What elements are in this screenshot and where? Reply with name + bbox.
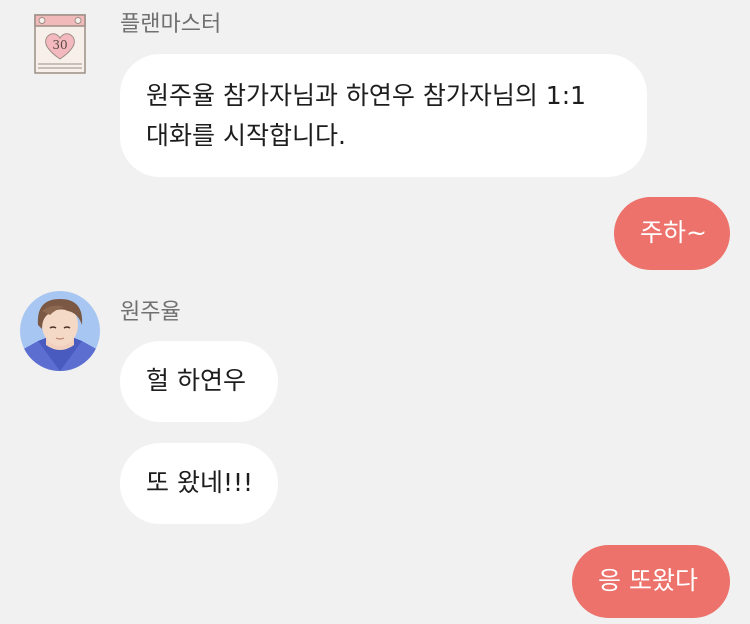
sender-name-wonjuyul: 원주율 — [120, 300, 181, 325]
message-bubble-outgoing: 주하~ — [614, 197, 730, 270]
message-bubble-incoming: 헐 하연우 — [120, 341, 278, 422]
message-bubble-system: 원주율 참가자님과 하연우 참가자님의 1:1 대화를 시작합니다. — [120, 54, 647, 177]
sender-name-planmaster: 플랜마스터 — [120, 12, 222, 37]
avatar[interactable] — [20, 291, 100, 371]
message-bubble-incoming: 또 왔네!!! — [120, 443, 278, 524]
calendar-heart-icon: 30 — [34, 14, 86, 74]
message-line: 대화를 시작합니다. — [146, 121, 346, 150]
calendar-day-number: 30 — [52, 38, 67, 52]
message-bubble-outgoing: 응 또왔다 — [572, 545, 730, 618]
message-line: 원주율 참가자님과 하연우 참가자님의 1:1 — [146, 81, 587, 110]
